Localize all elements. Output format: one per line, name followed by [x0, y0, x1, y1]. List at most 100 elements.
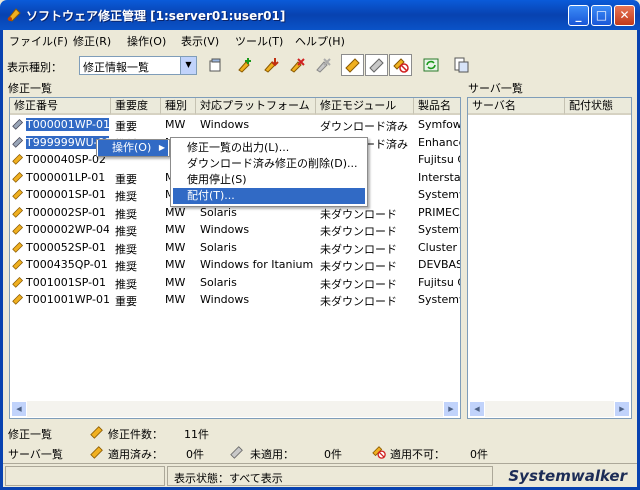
status-bar: 表示状態：すべて表示 Systemwalker	[3, 463, 637, 487]
properties-button[interactable]	[203, 54, 226, 76]
close-button[interactable]: ✕	[614, 5, 635, 26]
horizontal-scrollbar[interactable]: ◀ ▶	[11, 401, 459, 417]
delete-patch-button[interactable]	[285, 54, 308, 76]
filter-not-applicable-button[interactable]	[389, 54, 412, 76]
product-cell: Interstage	[418, 170, 461, 184]
menu-file[interactable]: ファイル(F)	[9, 33, 68, 49]
patch-blocked-icon	[392, 58, 409, 73]
export-icon	[454, 57, 468, 73]
menu-item-delete-downloaded[interactable]: ダウンロード済み修正の削除(D)...	[173, 156, 365, 172]
context-menu-operation[interactable]: 操作(O) ▶	[98, 140, 168, 156]
product-cell: Enhanced	[418, 135, 460, 149]
patch-icon	[12, 171, 24, 183]
severity-cell: 推奨	[115, 225, 137, 238]
unapplied-label: 未適用：	[250, 448, 294, 461]
filter-unapplied-button[interactable]	[365, 54, 388, 76]
patch-gray-icon	[230, 446, 243, 459]
download-patch-button[interactable]	[259, 54, 282, 76]
patch-id-cell: T000435QP-01	[12, 258, 109, 271]
type-cell: MW	[165, 258, 186, 271]
app-icon	[7, 8, 21, 22]
add-patch-button[interactable]	[233, 54, 256, 76]
product-cell: DEVBASI	[418, 258, 460, 271]
column-header-product[interactable]: 製品名	[414, 98, 460, 115]
patch-id-cell: T000040SP-02	[12, 153, 109, 166]
table-row[interactable]: T001001SP-01 推奨 MW Solaris 未ダウンロード Fujitsu C	[10, 275, 460, 292]
refresh-button[interactable]	[419, 54, 442, 76]
minimize-button[interactable]: _	[568, 5, 589, 26]
status-pane-display-state: 表示状態：すべて表示	[167, 466, 493, 486]
column-header-patch-id[interactable]: 修正番号	[10, 98, 111, 115]
severity-cell: 推奨	[115, 190, 137, 203]
applied-label: 適用済み：	[108, 448, 163, 461]
display-type-select[interactable]: 修正情報一覧 ▼	[79, 56, 197, 75]
platform-cell: Windows	[200, 293, 250, 306]
patch-icon	[12, 241, 24, 253]
type-cell: MW	[165, 205, 186, 219]
not-applicable-label: 適用不可：	[390, 448, 445, 461]
severity-cell: 推奨	[115, 207, 137, 221]
display-state-text: 表示状態：すべて表示	[174, 472, 283, 485]
patch-list-section-label: 修正一覧	[8, 82, 52, 95]
menu-view[interactable]: 表示(V)	[181, 33, 219, 49]
menu-operation[interactable]: 操作(O)	[127, 33, 166, 49]
column-header-severity[interactable]: 重要度	[111, 98, 161, 115]
table-row[interactable]: T000052SP-01 推奨 MW Solaris 未ダウンロード Cluster S	[10, 240, 460, 257]
table-row[interactable]: T000001WP-01 重要 MW Windows ダウンロード済み Symfoware	[10, 117, 460, 134]
table-row[interactable]: T000002WP-04 推奨 MW Windows 未ダウンロード Systemwa	[10, 222, 460, 239]
module-cell: 未ダウンロード	[320, 260, 397, 273]
maximize-button[interactable]: □	[591, 5, 612, 26]
column-header-distribution-status[interactable]: 配付状態	[565, 98, 631, 115]
chevron-down-icon[interactable]: ▼	[180, 57, 196, 74]
scroll-right-icon[interactable]: ▶	[614, 401, 630, 417]
module-cell: 未ダウンロード	[320, 277, 397, 291]
patch-id-cell: T001001WP-01	[12, 293, 109, 306]
patch-icon	[12, 118, 24, 130]
platform-cell: Windows for Itanium	[200, 258, 314, 271]
scroll-left-icon[interactable]: ◀	[469, 401, 485, 417]
menu-item-suspend[interactable]: 使用停止(S)	[173, 172, 365, 188]
context-menu-parent: 操作(O) ▶	[96, 139, 170, 157]
menu-item-export-list[interactable]: 修正一覧の出力(L)...	[173, 140, 365, 156]
server-list-section-label: サーバ一覧	[468, 82, 523, 95]
severity-cell: 重要	[115, 295, 137, 308]
module-cell: ダウンロード済み	[320, 120, 408, 133]
summary-server-list-label: サーバ一覧	[8, 448, 63, 461]
filter-applied-button[interactable]	[341, 54, 364, 76]
systemwalker-logo: Systemwalker	[508, 467, 627, 485]
patch-download-icon	[263, 58, 279, 73]
patch-count-label: 修正件数：	[108, 428, 163, 441]
table-row[interactable]: T000435QP-01 推奨 MW Windows for Itanium 未ダウンロ…	[10, 257, 460, 274]
product-cell: Cluster S	[418, 240, 460, 254]
column-header-platform[interactable]: 対応プラットフォーム	[196, 98, 316, 115]
disabled-patch-button[interactable]	[311, 54, 334, 76]
menu-item-distribute[interactable]: 配付(T)...	[173, 188, 365, 204]
table-row[interactable]: T000002SP-01 推奨 MW Solaris 未ダウンロード PRIMECL	[10, 205, 460, 222]
patch-id-cell: T000002SP-01	[12, 206, 109, 219]
table-row[interactable]: T001001WP-01 重要 MW Windows 未ダウンロード Systemwa	[10, 292, 460, 309]
column-header-server-name[interactable]: サーバ名	[468, 98, 565, 115]
scroll-right-icon[interactable]: ▶	[443, 401, 459, 417]
title-bar[interactable]: ソフトウェア修正管理 [1:server01:user01] _ □ ✕	[0, 0, 640, 30]
export-button[interactable]	[449, 54, 472, 76]
scroll-left-icon[interactable]: ◀	[11, 401, 27, 417]
platform-cell: Solaris	[200, 275, 237, 289]
server-list-table[interactable]: サーバ名 配付状態 ◀ ▶	[467, 97, 632, 419]
menu-tools[interactable]: ツール(T)	[235, 33, 283, 49]
toolbar: 表示種別： 修正情報一覧 ▼	[3, 52, 637, 78]
menu-patch[interactable]: 修正(R)	[73, 33, 111, 49]
module-cell: 未ダウンロード	[320, 242, 397, 256]
patch-id-cell: T999999WU-01	[12, 135, 109, 149]
severity-cell: 重要	[115, 172, 137, 186]
patch-icon	[12, 293, 24, 305]
product-cell: Fujitsu C	[418, 275, 461, 289]
column-header-type[interactable]: 種別	[161, 98, 196, 115]
patch-blocked-icon	[372, 446, 386, 459]
patch-delete-icon	[289, 58, 305, 73]
window-title: ソフトウェア修正管理 [1:server01:user01]	[26, 9, 286, 23]
column-header-module[interactable]: 修正モジュール	[316, 98, 414, 115]
patch-icon	[90, 446, 103, 459]
horizontal-scrollbar[interactable]: ◀ ▶	[469, 401, 630, 417]
product-cell: Systemwa	[418, 188, 460, 201]
menu-help[interactable]: ヘルプ(H)	[295, 33, 345, 49]
